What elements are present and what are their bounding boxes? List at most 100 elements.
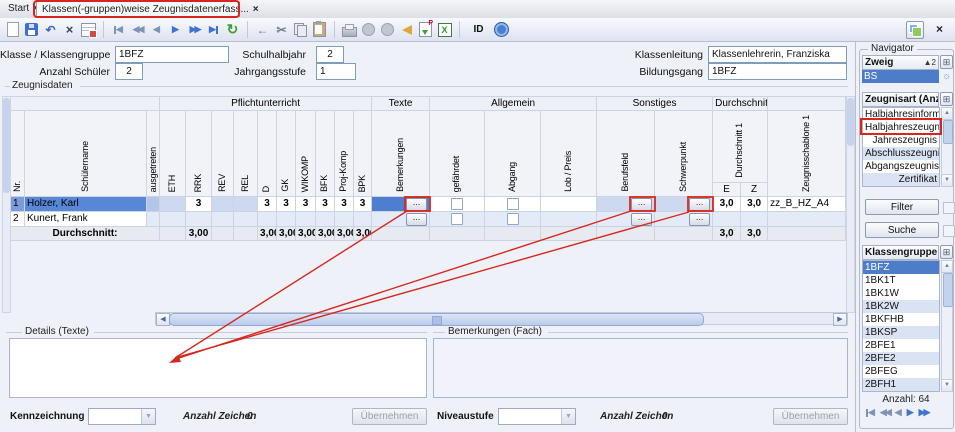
preview-icon[interactable] (360, 21, 377, 38)
scroll-left-icon[interactable]: ◀ (156, 313, 170, 326)
bemerkungen-ellipsis-button[interactable]: ... (406, 198, 427, 211)
paste-icon[interactable] (311, 21, 328, 38)
cell-bpk[interactable]: 3 (354, 197, 372, 212)
cell-durchschnitt-e[interactable]: 3,0 (713, 197, 741, 212)
first-record-icon[interactable]: ◀ (110, 21, 127, 38)
list-item-jahreszeugnis[interactable]: Jahreszeugnis (863, 134, 939, 147)
cell-berufsfeld[interactable]: ... (597, 197, 655, 212)
cell-zeugnisschablone[interactable] (768, 212, 846, 227)
megaphone-icon[interactable] (398, 21, 415, 38)
cell-gk[interactable]: 3 (277, 197, 296, 212)
details-textarea[interactable] (9, 338, 427, 398)
fast-forward-icon[interactable]: ▶▶ (919, 407, 929, 418)
gefaehrdet-checkbox[interactable] (451, 213, 463, 225)
switch-view-button[interactable] (906, 21, 924, 39)
jahrgangsstufe-input[interactable]: 1 (316, 63, 356, 80)
gefaehrdet-checkbox[interactable] (451, 198, 463, 210)
list-item-1bksp[interactable]: 1BKSP (863, 326, 939, 339)
remarks-textarea[interactable] (433, 338, 848, 398)
cell-proj-komp[interactable] (335, 212, 354, 227)
cell-durchschnitt-z[interactable] (741, 212, 768, 227)
list-item-1bfz[interactable]: 1BFZ (863, 261, 939, 274)
chevron-down-icon[interactable]: ▼ (141, 409, 155, 424)
copy-icon[interactable] (292, 21, 309, 38)
fast-backward-icon[interactable]: ◀◀ (129, 21, 146, 38)
zeugnisart-panel-icon[interactable]: ⊞ (940, 92, 953, 106)
cell-bemerkungen[interactable]: ... (372, 197, 430, 212)
previous-record-icon[interactable]: ◀ (895, 407, 902, 418)
list-item-abgangszeugnis[interactable]: Abgangszeugnis (863, 160, 939, 173)
list-item-zertifikat[interactable]: Zertifikat (863, 173, 939, 186)
tab-active-close-icon[interactable]: × (253, 4, 259, 15)
scroll-up-icon[interactable]: ▲ (942, 108, 952, 120)
undo-icon[interactable]: ↶ (42, 21, 59, 38)
zweig-item-bs[interactable]: BS (862, 70, 939, 83)
abgang-checkbox[interactable] (507, 213, 519, 225)
schulhalbjahr-input[interactable]: 2 (316, 46, 344, 63)
bemerkungen-ellipsis-button[interactable]: ... (406, 213, 427, 226)
id-button[interactable]: ID (466, 19, 491, 40)
list-item-1bk2w[interactable]: 1BK2W (863, 300, 939, 313)
gear-icon[interactable]: ☼ (942, 71, 951, 82)
berufsfeld-ellipsis-button[interactable]: ... (631, 198, 652, 211)
grid-left-scrollbar[interactable] (2, 96, 11, 313)
list-item-abschlusszeugnis[interactable]: Abschlusszeugnis (863, 147, 939, 160)
cell-d[interactable] (258, 212, 277, 227)
scroll-down-icon[interactable]: ▼ (942, 379, 952, 391)
cell-bfk[interactable]: 3 (316, 197, 335, 212)
scroll-up-icon[interactable]: ▲ (942, 261, 952, 273)
cell-ausgetreten[interactable] (147, 197, 160, 212)
horizontal-scrollbar-thumb[interactable] (169, 313, 704, 326)
list-item-1bkfhb[interactable]: 1BKFHB (863, 313, 939, 326)
suche-button[interactable]: Suche (865, 222, 939, 238)
cell-eth[interactable] (160, 197, 186, 212)
zeugnisart-scrollbar-thumb[interactable] (943, 120, 953, 144)
cell-rev[interactable] (212, 212, 234, 227)
cell-rrk[interactable]: 3 (186, 197, 212, 212)
scroll-down-icon[interactable]: ▼ (942, 174, 952, 186)
cell-bfk[interactable] (316, 212, 335, 227)
kennzeichnung-select[interactable]: ▼ (88, 408, 156, 425)
list-item-2bfe1[interactable]: 2BFE1 (863, 339, 939, 352)
filter-button[interactable]: Filter (865, 199, 939, 215)
klassengruppe-scrollbar-thumb[interactable] (943, 273, 953, 307)
cell-schwerpunkt[interactable]: ... (655, 197, 713, 212)
cell-durchschnitt-z[interactable]: 3,0 (741, 197, 768, 212)
cell-wikomp[interactable] (296, 212, 316, 227)
list-item-1bk1w[interactable]: 1BK1W (863, 287, 939, 300)
cell-lob-preis[interactable] (541, 197, 597, 212)
tab-zeugnisdatenerfassung[interactable]: Klassen(-gruppen)weise Zeugnisdatenerfas… (36, 1, 240, 17)
fast-backward-icon[interactable]: ◀◀ (880, 407, 890, 418)
previous-record-icon[interactable]: ◀ (148, 21, 165, 38)
grid-left-scrollbar-thumb[interactable] (3, 98, 10, 193)
cell-name[interactable]: Kunert, Frank (25, 212, 147, 227)
cell-wikomp[interactable]: 3 (296, 197, 316, 212)
cell-name[interactable]: Holzer, Karl (25, 197, 147, 212)
cell-nr[interactable]: 1 (11, 197, 25, 212)
remarks-apply-button[interactable]: Übernehmen (773, 408, 848, 425)
list-item-2bfh1[interactable]: 2BFH1 (863, 378, 939, 391)
cell-schwerpunkt[interactable]: ... (655, 212, 713, 227)
filter-checkbox[interactable] (943, 202, 955, 214)
export-pdf-icon[interactable] (417, 21, 434, 38)
list-item-halbjahreszeugnis[interactable]: Halbjahreszeugnis (863, 121, 939, 134)
table-row-holzer[interactable]: 1 Holzer, Karl 3 3 3 3 3 3 3 ... ... ...… (11, 197, 846, 212)
help-globe-icon[interactable] (493, 21, 510, 38)
cell-zeugnisschablone[interactable]: zz_B_HZ_A4 (768, 197, 846, 212)
cell-eth[interactable] (160, 212, 186, 227)
cell-gefaehrdet[interactable] (430, 212, 485, 227)
cell-rel[interactable] (234, 212, 258, 227)
close-panel-icon[interactable]: × (936, 22, 943, 36)
cell-gefaehrdet[interactable] (430, 197, 485, 212)
cell-berufsfeld[interactable]: ... (597, 212, 655, 227)
cell-gk[interactable] (277, 212, 296, 227)
cell-ausgetreten[interactable] (147, 212, 160, 227)
cell-rrk[interactable] (186, 212, 212, 227)
abgang-checkbox[interactable] (507, 198, 519, 210)
preview2-icon[interactable] (379, 21, 396, 38)
cell-abgang[interactable] (485, 197, 541, 212)
print-icon[interactable] (341, 21, 358, 38)
new-icon[interactable] (4, 21, 21, 38)
cell-abgang[interactable] (485, 212, 541, 227)
export-excel-icon[interactable]: X (436, 21, 453, 38)
